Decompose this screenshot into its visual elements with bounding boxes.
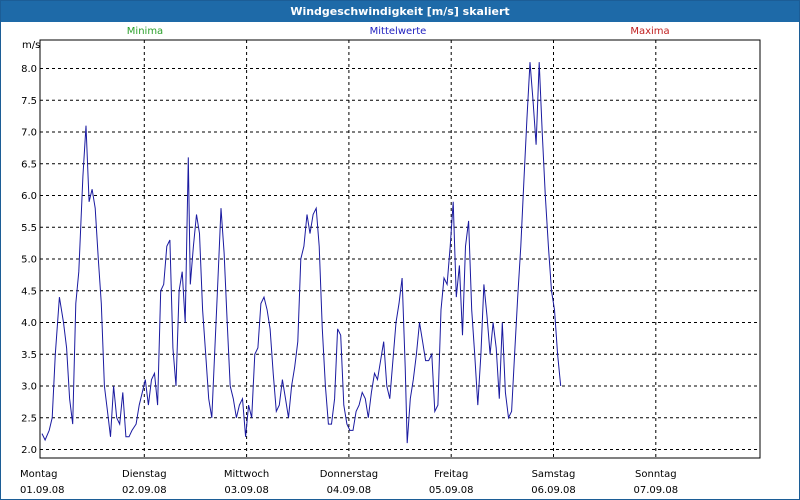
y-axis-unit: m/s (22, 40, 40, 51)
x-tick-date: 06.09.08 (531, 485, 576, 496)
x-tick-date: 07.09.08 (634, 485, 679, 496)
x-tick-date: 01.09.08 (20, 485, 65, 496)
plot-border (39, 39, 761, 459)
y-tick-label: 4.0 (21, 318, 37, 329)
y-tick-label: 5.5 (21, 223, 37, 234)
x-tick-date: 04.09.08 (327, 485, 372, 496)
x-tick-day: Samstag (532, 469, 576, 480)
x-axis-ticks: Montag 01.09.08 Dienstag 02.09.08 Mittwoch 03… (20, 469, 678, 496)
legend-item: Minima (127, 26, 163, 37)
x-tick-day: Freitag (434, 469, 468, 480)
y-tick-label: 2.5 (21, 413, 37, 424)
y-tick-label: 6.0 (21, 191, 37, 202)
x-tick-date: 03.09.08 (224, 485, 269, 496)
legend: Minima Mittelwerte Maxima (127, 26, 670, 37)
x-tick-day: Sonntag (635, 469, 677, 480)
x-tick-date: 05.09.08 (429, 485, 474, 496)
legend-item: Mittelwerte (370, 26, 427, 37)
y-tick-label: 3.5 (21, 350, 37, 361)
y-tick-label: 5.0 (21, 255, 37, 266)
y-tick-label: 7.0 (21, 128, 37, 139)
legend-item: Maxima (630, 26, 669, 37)
y-axis-ticks: 2.0 2.5 3.0 3.5 4.0 4.5 5.0 5.5 6.0 6.5 7.0 7.5 8.0 m… (21, 40, 40, 456)
y-tick-label: 2.0 (21, 445, 37, 456)
y-tick-label: 7.5 (21, 96, 37, 107)
y-tick-label: 6.5 (21, 159, 37, 170)
y-tick-label: 8.0 (21, 64, 37, 75)
line-chart: 2.0 2.5 3.0 3.5 4.0 4.5 5.0 5.5 6.0 6.5 7.0 7.5 8.0 m… (20, 26, 761, 496)
x-tick-day: Mittwoch (224, 469, 269, 480)
x-tick-day: Montag (20, 469, 57, 480)
y-tick-label: 4.5 (21, 286, 37, 297)
x-tick-date: 02.09.08 (122, 485, 167, 496)
x-tick-day: Dienstag (122, 469, 167, 480)
y-tick-label: 3.0 (21, 382, 37, 393)
x-tick-day: Donnerstag (320, 469, 378, 480)
plot-area (39, 39, 761, 459)
